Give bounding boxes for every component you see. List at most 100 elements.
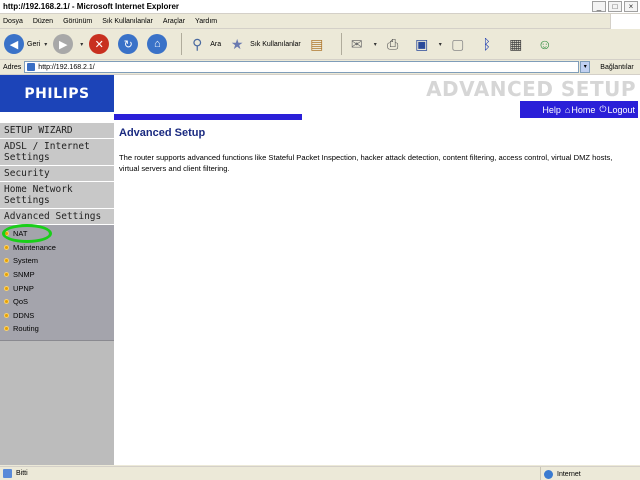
logo-text: PHILIPS [24,85,90,102]
address-dropdown-icon[interactable]: ▾ [580,61,591,73]
menu-edit[interactable]: Düzen [33,18,53,25]
minimize-button[interactable]: _ [592,1,606,12]
forward-arrow-icon: ▶ [53,34,74,54]
toolbar-separator [181,33,183,55]
sidebar-item-setup-wizard[interactable]: SETUP WIZARD [0,123,114,139]
submenu-label: System [13,256,39,266]
home-icon: ⌂ [564,104,571,115]
sidebar-item-adsl-internet[interactable]: ADSL / Internet Settings [0,139,114,166]
page-description: The router supports advanced functions l… [119,153,613,173]
submenu-label: QoS [13,297,29,307]
submenu-item-qos[interactable]: QoS [0,295,114,309]
window-title: http://192.168.2.1/ - Microsoft Internet… [3,2,180,11]
menu-file[interactable]: Dosya [3,18,23,25]
home-button[interactable]: ⌂ [147,34,170,54]
back-button[interactable]: ◀ Geri [4,34,40,54]
address-bar: Adres http://192.168.2.1/ ▾ Bağlantılar [0,60,640,75]
main-content: Advanced Setup The router supports advan… [119,127,634,174]
submenu-item-system[interactable]: System [0,254,114,268]
favorites-button[interactable]: ★ Sık Kullanılanlar [227,34,301,54]
submenu-label: UPNP [13,283,34,293]
edit-button[interactable]: ▣ [412,34,435,54]
favorites-label: Sık Kullanılanlar [250,40,301,48]
submenu-label: Maintenance [13,242,56,252]
print-button[interactable]: ⎙ [383,34,406,54]
submenu-label: DDNS [13,310,35,320]
bluetooth-button[interactable]: ᛒ [477,34,500,54]
menu-tools[interactable]: Araçlar [163,18,185,25]
discuss-button[interactable]: ▢ [448,34,471,54]
menu-help[interactable]: Yardım [195,18,217,25]
address-label: Adres [3,63,22,71]
router-page: PHILIPS ADVANCED SETUP Help ⌂ Home ⏻ Log… [0,75,640,465]
edit-dropdown-icon[interactable]: ▾ [439,41,442,48]
links-label[interactable]: Bağlantılar [600,64,633,71]
home-icon: ⌂ [147,34,168,54]
search-label: Ara [210,40,222,48]
messenger-icon: ☺ [537,36,552,52]
sidebar-item-home-network[interactable]: Home Network Settings [0,182,114,209]
status-text: Bitti [16,470,28,477]
print-icon: ⎙ [387,35,399,52]
help-link[interactable]: Help [542,105,561,115]
nat-highlight-circle [2,224,52,243]
submenu-item-upnp[interactable]: UPNP [0,281,114,295]
refresh-button[interactable]: ↻ [118,34,141,54]
search-button[interactable]: ⚲ Ara [187,34,221,54]
bullet-icon [4,258,9,264]
bullet-icon [4,299,9,305]
help-label: Help [542,104,561,115]
logout-link[interactable]: ⏻ Logout [599,104,635,115]
submenu-item-snmp[interactable]: SNMP [0,268,114,282]
status-bar: Bitti Internet [0,466,640,480]
research-button[interactable]: ▦ [506,34,529,54]
stop-button[interactable]: ✕ [89,34,112,54]
philips-logo: PHILIPS [0,75,114,112]
bullet-icon [4,312,9,318]
security-zone: Internet [540,467,581,480]
forward-button[interactable]: ▶ [53,34,76,54]
address-input[interactable]: http://192.168.2.1/ [24,61,580,73]
forward-dropdown-icon[interactable]: ▾ [80,41,83,48]
submenu-item-routing[interactable]: Routing [0,322,114,336]
favorites-star-icon: ★ [230,35,244,52]
back-label: Geri [27,40,41,48]
discuss-icon: ▢ [451,35,465,52]
sidebar-menu: SETUP WIZARD ADSL / Internet Settings Se… [0,123,114,465]
bullet-icon [4,272,9,278]
sidebar-item-security[interactable]: Security [0,166,114,182]
window-titlebar: http://192.168.2.1/ - Microsoft Internet… [0,0,640,14]
windows-logo-icon [610,14,640,29]
maximize-button[interactable]: □ [608,1,622,12]
logout-label: Logout [607,104,635,115]
bullet-icon [4,285,9,291]
back-arrow-icon: ◀ [4,34,24,54]
messenger-button[interactable]: ☺ [535,34,558,54]
top-navbar: Help ⌂ Home ⏻ Logout [520,101,638,118]
sidebar-item-advanced-settings[interactable]: Advanced Settings [0,209,114,225]
submenu-item-ddns[interactable]: DDNS [0,309,114,323]
toolbar-separator [340,33,342,55]
history-icon: ▤ [310,35,324,52]
menu-view[interactable]: Görünüm [63,18,92,25]
browser-toolbar: ◀ Geri ▾ ▶ ▾ ✕ ↻ ⌂ ⚲ Ara ★ Sık Kullanıla… [0,29,640,60]
banner-title: ADVANCED SETUP [426,77,636,101]
menu-favorites[interactable]: Sık Kullanılanlar [102,18,153,25]
home-label: Home [571,104,596,115]
mail-button[interactable]: ✉ [347,34,370,54]
submenu-label: SNMP [13,270,35,280]
close-button[interactable]: × [624,1,638,12]
mail-icon: ✉ [350,35,363,52]
bluetooth-icon: ᛒ [482,36,491,52]
bullet-icon [4,244,9,250]
history-button[interactable]: ▤ [307,34,330,54]
home-link[interactable]: ⌂ Home [565,105,595,115]
mail-dropdown-icon[interactable]: ▾ [374,41,377,48]
logout-icon: ⏻ [599,104,607,114]
back-dropdown-icon[interactable]: ▾ [44,41,47,48]
submenu-label: Routing [13,324,39,334]
page-icon [27,63,36,71]
submenu-item-maintenance[interactable]: Maintenance [0,241,114,255]
word-edit-icon: ▣ [415,35,429,52]
address-url: http://192.168.2.1/ [38,63,95,71]
